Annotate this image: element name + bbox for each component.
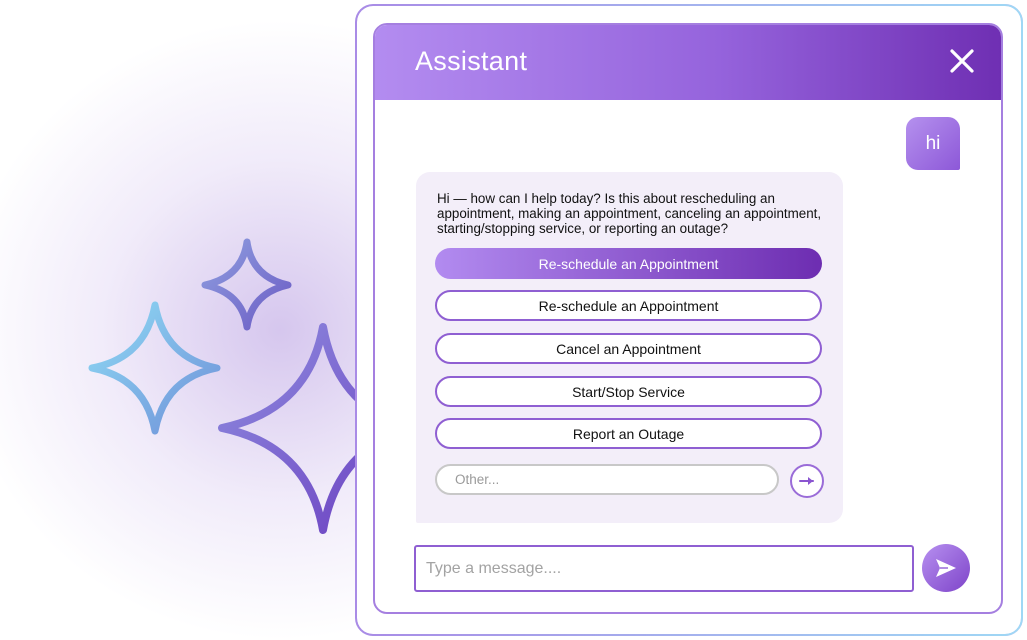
sparkle-icon xyxy=(88,301,221,435)
option-label: Start/Stop Service xyxy=(572,383,685,400)
sparkle-icon xyxy=(201,238,292,331)
bot-message-text: Hi — how can I help today? Is this about… xyxy=(437,191,822,236)
option-label: Re-schedule an Appointment xyxy=(538,297,719,314)
other-submit-button[interactable] xyxy=(790,464,824,498)
user-message-bubble: hi xyxy=(906,117,960,170)
user-message-text: hi xyxy=(925,132,941,154)
option-label: Re-schedule an Appointment xyxy=(538,255,719,272)
chat-window: Assistant hi Hi — how can I help today? … xyxy=(373,23,1003,614)
message-input[interactable] xyxy=(414,545,914,592)
send-icon xyxy=(936,559,956,577)
option-label: Report an Outage xyxy=(572,425,685,442)
other-input[interactable] xyxy=(435,464,779,495)
send-button[interactable] xyxy=(922,544,970,592)
option-button-cancel[interactable]: Cancel an Appointment xyxy=(435,333,822,364)
arrow-right-icon xyxy=(799,477,814,485)
close-button[interactable] xyxy=(945,44,979,78)
chat-header: Assistant xyxy=(375,25,1001,100)
option-button-reschedule-selected[interactable]: Re-schedule an Appointment xyxy=(435,248,822,279)
option-button-outage[interactable]: Report an Outage xyxy=(435,418,822,449)
chat-title: Assistant xyxy=(415,46,528,76)
option-button-start-stop[interactable]: Start/Stop Service xyxy=(435,376,822,407)
option-button-reschedule[interactable]: Re-schedule an Appointment xyxy=(435,290,822,321)
close-icon xyxy=(950,49,974,73)
bot-message-bubble: Hi — how can I help today? Is this about… xyxy=(416,172,843,523)
option-label: Cancel an Appointment xyxy=(556,340,701,357)
